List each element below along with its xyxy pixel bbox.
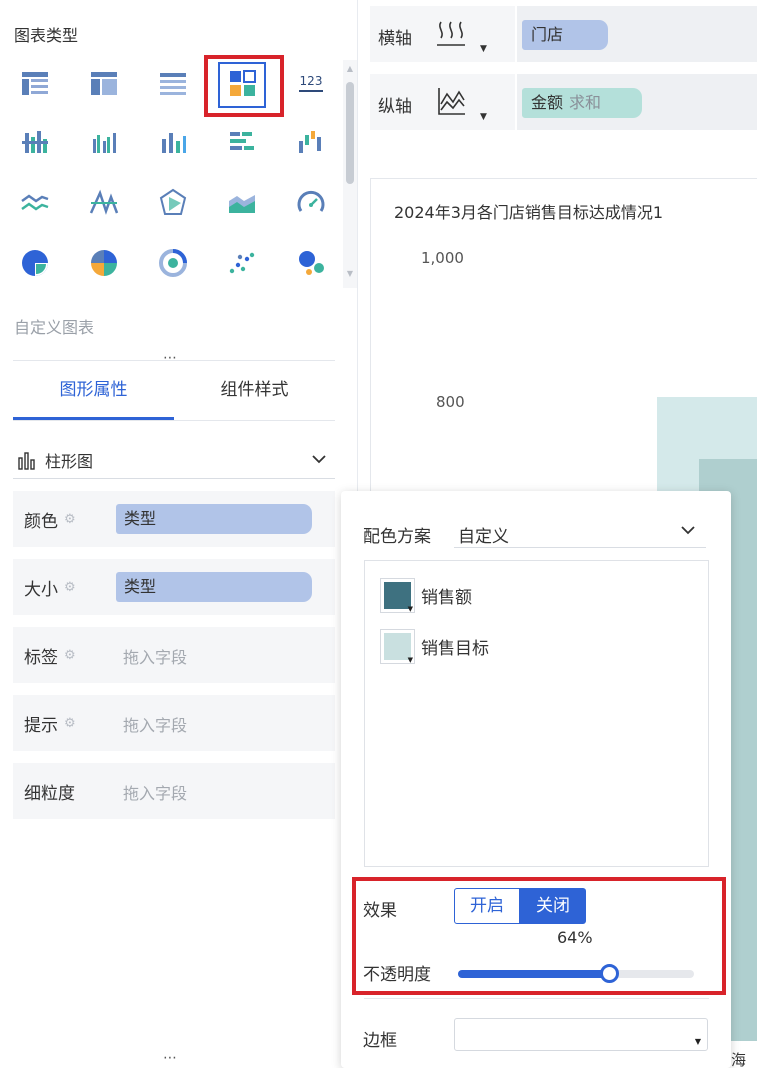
- property-tabs: 图形属性 组件样式: [13, 360, 335, 421]
- gear-icon[interactable]: ⚙: [64, 716, 79, 731]
- property-size-row: 大小 ⚙ 类型: [13, 559, 335, 615]
- color-swatch-picker[interactable]: ▼: [380, 577, 415, 613]
- y-axis-row: 纵轴 ▼ 金额 求和: [370, 74, 757, 130]
- effect-label: 效果: [363, 901, 397, 921]
- y-axis-measure-icon[interactable]: [435, 86, 467, 118]
- chart-type-grid: 123: [0, 52, 343, 288]
- app-root: 图表类型 123 ▲ ▼ 自定义图表 ⋯ 图形属性 组件样式 柱形图 颜色 ⚙ …: [0, 0, 757, 1068]
- x-axis-dimension-icon[interactable]: [435, 18, 467, 50]
- gear-icon[interactable]: ⚙: [64, 512, 79, 527]
- property-label: 细粒度: [24, 783, 75, 804]
- color-swatch-picker[interactable]: ▼: [380, 628, 415, 664]
- color-scheme-label: 配色方案: [363, 527, 431, 547]
- color-scheme-select[interactable]: 自定义: [454, 514, 706, 548]
- bar-chart-icon: [18, 451, 35, 470]
- color-list: ▼ 销售额 ▼ 销售目标: [364, 560, 709, 867]
- chevron-down-icon: [312, 455, 326, 464]
- custom-chart-label: 自定义图表: [14, 318, 95, 337]
- caret-down-icon: ▼: [407, 604, 413, 613]
- donut-chart-icon[interactable]: [144, 234, 202, 292]
- pie-chart-icon[interactable]: [6, 234, 64, 292]
- tab-graphic-properties[interactable]: 图形属性: [13, 361, 174, 420]
- table-chart-icon[interactable]: [6, 54, 64, 112]
- property-color-row: 颜色 ⚙ 类型: [13, 491, 335, 547]
- effect-off-button[interactable]: 关闭: [520, 888, 586, 924]
- gear-icon[interactable]: ⚙: [64, 580, 79, 595]
- line-chart-icon[interactable]: [6, 174, 64, 232]
- y-tick-label: 1,000: [421, 249, 464, 267]
- opacity-slider-fill: [458, 970, 610, 978]
- rose-chart-icon[interactable]: [75, 234, 133, 292]
- horizontal-bar-icon[interactable]: [213, 114, 271, 172]
- y-axis-field-pill[interactable]: 金额 求和: [522, 88, 642, 118]
- tooltip-field-dropzone[interactable]: 拖入字段: [123, 712, 187, 736]
- caret-down-icon: ▼: [694, 1037, 701, 1046]
- caret-down-icon: ▼: [407, 655, 413, 664]
- opacity-slider-thumb[interactable]: [600, 964, 620, 983]
- chart-types-title: 图表类型: [14, 26, 79, 45]
- y-axis-field-name: 金额: [531, 93, 564, 112]
- multi-bar-icon[interactable]: [75, 114, 133, 172]
- panel-bottom-resize-handle[interactable]: ⋯: [163, 1050, 178, 1066]
- border-label: 边框: [363, 1031, 397, 1051]
- detail-table-icon[interactable]: [144, 54, 202, 112]
- y-tick-label: 800: [436, 393, 465, 411]
- size-field-pill[interactable]: 类型: [116, 572, 312, 602]
- number-kpi-icon[interactable]: 123: [282, 54, 340, 112]
- y-axis-label: 纵轴: [378, 97, 412, 117]
- color-scheme-value: 自定义: [458, 527, 509, 547]
- granularity-field-dropzone[interactable]: 拖入字段: [123, 780, 187, 804]
- property-granularity-row: 细粒度 拖入字段: [13, 763, 335, 819]
- gear-icon[interactable]: ⚙: [64, 648, 79, 663]
- chevron-down-icon: [681, 526, 695, 535]
- gauge-chart-icon[interactable]: [282, 174, 340, 232]
- bubble-chart-icon[interactable]: [282, 234, 340, 292]
- property-label: 提示: [24, 715, 58, 736]
- property-tooltip-row: 提示 ⚙ 拖入字段: [13, 695, 335, 751]
- y-axis-caret-icon[interactable]: ▼: [480, 112, 487, 122]
- color-item-target: ▼ 销售目标: [380, 628, 489, 664]
- multi-line-icon[interactable]: [75, 174, 133, 232]
- x-axis-label: 横轴: [378, 29, 412, 49]
- y-axis-aggregation: 求和: [569, 93, 602, 112]
- left-panel: 图表类型 123 ▲ ▼ 自定义图表 ⋯ 图形属性 组件样式 柱形图 颜色 ⚙ …: [0, 0, 358, 1068]
- x-category-label: 海店: [731, 1051, 747, 1068]
- number-kpi-text: 123: [300, 74, 323, 88]
- scroll-up-arrow-icon[interactable]: ▲: [345, 65, 355, 73]
- chart-title: 2024年3月各门店销售目标达成情况1: [394, 203, 664, 222]
- x-axis-field-pill[interactable]: 门店: [522, 20, 608, 50]
- x-axis-caret-icon[interactable]: ▼: [480, 44, 487, 54]
- chart-type-select[interactable]: 柱形图: [13, 441, 335, 479]
- chart-type-value: 柱形图: [45, 451, 94, 471]
- selected-chart-outline: [218, 62, 266, 108]
- property-label: 标签: [24, 647, 58, 668]
- cross-table-icon[interactable]: [75, 54, 133, 112]
- label-field-dropzone[interactable]: 拖入字段: [123, 644, 187, 668]
- property-label: 大小: [24, 579, 58, 600]
- scroll-down-arrow-icon[interactable]: ▼: [345, 270, 355, 278]
- color-item-label: 销售额: [421, 587, 472, 608]
- opacity-value: 64%: [557, 928, 593, 947]
- x-axis-row: 横轴 ▼ 门店: [370, 6, 757, 62]
- scatter-chart-icon[interactable]: [213, 234, 271, 292]
- effect-toggle: 开启 关闭: [454, 888, 586, 924]
- opacity-label: 不透明度: [363, 965, 431, 985]
- effect-on-button[interactable]: 开启: [454, 888, 520, 924]
- chart-grid-scroll-thumb[interactable]: [346, 82, 354, 184]
- color-field-pill[interactable]: 类型: [116, 504, 312, 534]
- color-settings-popup: 配色方案 自定义 ▼ 销售额 ▼ 销售目标 效果 开启 关闭 64% 不透明度 …: [341, 491, 731, 1068]
- divider: [364, 998, 709, 999]
- color-item-label: 销售目标: [421, 638, 489, 659]
- opacity-slider[interactable]: [458, 964, 694, 983]
- tab-component-style[interactable]: 组件样式: [174, 361, 335, 420]
- waterfall-chart-icon[interactable]: [282, 114, 340, 172]
- border-select[interactable]: ▼: [454, 1018, 708, 1051]
- property-label-row: 标签 ⚙ 拖入字段: [13, 627, 335, 683]
- grouped-bar-icon[interactable]: [6, 114, 64, 172]
- area-chart-icon[interactable]: [213, 174, 271, 232]
- property-label: 颜色: [24, 511, 58, 532]
- color-item-sales: ▼ 销售额: [380, 577, 472, 613]
- column-chart-icon[interactable]: [144, 114, 202, 172]
- radar-chart-icon[interactable]: [144, 174, 202, 232]
